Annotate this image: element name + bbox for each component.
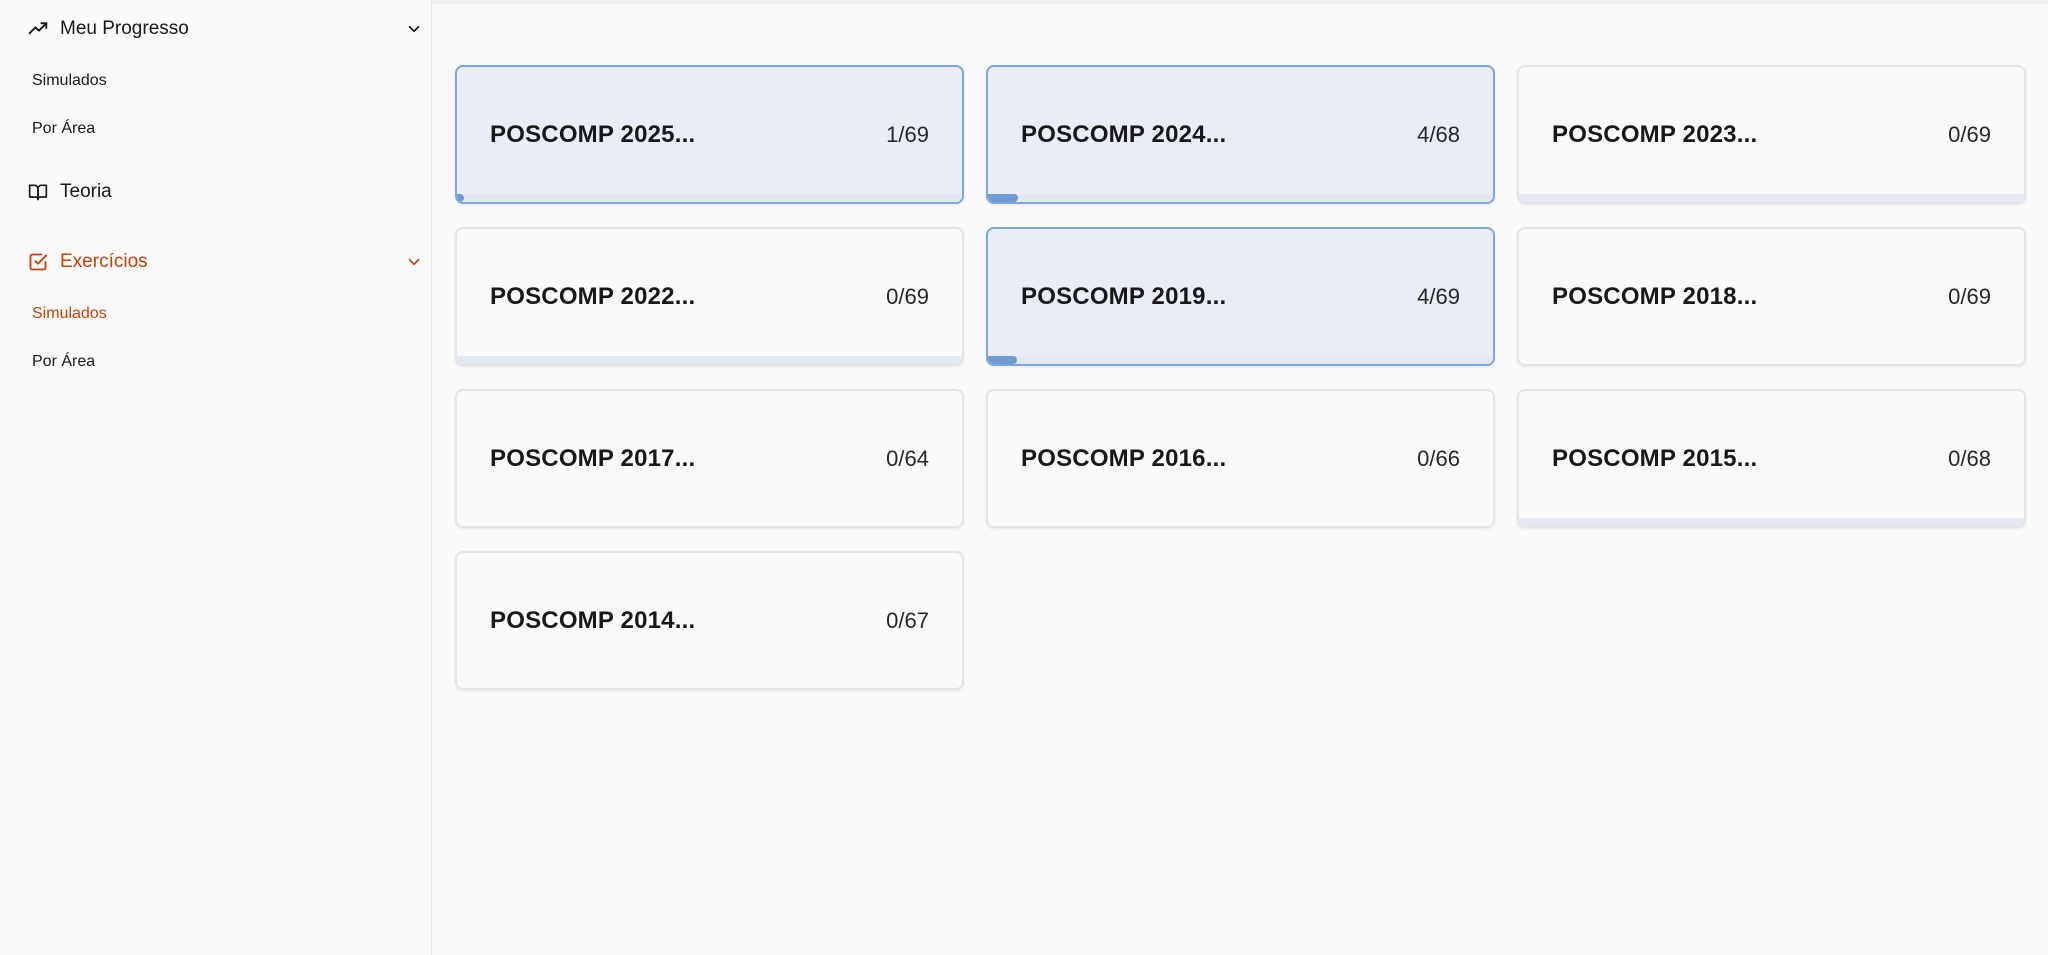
simulado-progress-count: 0/69: [1948, 283, 1991, 309]
progress-track: [988, 194, 1493, 202]
simulado-card[interactable]: POSCOMP 2022... 0/69: [455, 227, 964, 366]
simulado-progress-count: 0/68: [1948, 445, 1991, 471]
sidebar-item-progresso-simulados[interactable]: Simulados: [32, 69, 107, 93]
simulado-card[interactable]: POSCOMP 2014... 0/67: [455, 551, 964, 690]
progress-track: [1519, 518, 2024, 526]
nav-item-label: Teoria: [60, 181, 112, 202]
square-check-icon: [28, 252, 48, 272]
sidebar-item-exercicios-simulados[interactable]: Simulados: [32, 302, 107, 326]
simulado-card[interactable]: POSCOMP 2017... 0/64: [455, 389, 964, 528]
progress-fill: [988, 194, 1018, 202]
simulado-title: POSCOMP 2017...: [490, 444, 696, 472]
simulado-progress-count: 0/69: [886, 283, 929, 309]
chevron-down-icon[interactable]: [404, 252, 424, 272]
simulado-card[interactable]: POSCOMP 2016... 0/66: [986, 389, 1495, 528]
nav-group-meu-progresso[interactable]: Meu Progresso: [0, 9, 432, 49]
simulado-title: POSCOMP 2015...: [1552, 444, 1758, 472]
simulado-title: POSCOMP 2022...: [490, 282, 696, 310]
simulado-card[interactable]: POSCOMP 2015... 0/68: [1517, 389, 2026, 528]
trending-up-icon: [28, 19, 48, 39]
simulado-card[interactable]: POSCOMP 2024... 4/68: [986, 65, 1495, 204]
simulado-title: POSCOMP 2023...: [1552, 120, 1758, 148]
nav-group-exercicios[interactable]: Exercícios: [0, 242, 432, 282]
simulado-progress-count: 0/69: [1948, 121, 1991, 147]
simulado-card[interactable]: POSCOMP 2025... 1/69: [455, 65, 964, 204]
sidebar-item-teoria[interactable]: Teoria: [0, 172, 432, 212]
simulado-title: POSCOMP 2024...: [1021, 120, 1227, 148]
top-header: [432, 0, 2048, 4]
simulado-progress-count: 0/66: [1417, 445, 1460, 471]
simulado-progress-count: 0/64: [886, 445, 929, 471]
book-open-icon: [28, 182, 48, 202]
simulado-title: POSCOMP 2016...: [1021, 444, 1227, 472]
progress-track: [1519, 194, 2024, 202]
chevron-down-icon[interactable]: [404, 19, 424, 39]
nav-group-label: Meu Progresso: [60, 18, 189, 39]
sidebar-item-exercicios-por-area[interactable]: Por Área: [32, 350, 95, 374]
simulado-progress-count: 1/69: [886, 121, 929, 147]
simulado-title: POSCOMP 2019...: [1021, 282, 1227, 310]
sidebar: Meu Progresso Simulados Por Área Teoria: [0, 0, 432, 955]
simulado-title: POSCOMP 2018...: [1552, 282, 1758, 310]
simulado-title: POSCOMP 2014...: [490, 606, 696, 634]
progress-track: [457, 356, 962, 364]
simulado-progress-count: 4/68: [1417, 121, 1460, 147]
simulado-card[interactable]: POSCOMP 2019... 4/69: [986, 227, 1495, 366]
simulado-progress-count: 4/69: [1417, 283, 1460, 309]
app-root: Meu Progresso Simulados Por Área Teoria: [0, 0, 2048, 955]
progress-track: [457, 194, 962, 202]
simulado-progress-count: 0/67: [886, 607, 929, 633]
progress-fill: [457, 194, 465, 202]
simulados-grid: POSCOMP 2025... 1/69 POSCOMP 2024... 4/6…: [455, 65, 2026, 690]
progress-fill: [988, 356, 1018, 364]
simulado-card[interactable]: POSCOMP 2023... 0/69: [1517, 65, 2026, 204]
nav-group-label: Exercícios: [60, 251, 148, 272]
simulado-card[interactable]: POSCOMP 2018... 0/69: [1517, 227, 2026, 366]
progress-track: [988, 356, 1493, 364]
sidebar-item-progresso-por-area[interactable]: Por Área: [32, 117, 95, 141]
simulado-title: POSCOMP 2025...: [490, 120, 696, 148]
